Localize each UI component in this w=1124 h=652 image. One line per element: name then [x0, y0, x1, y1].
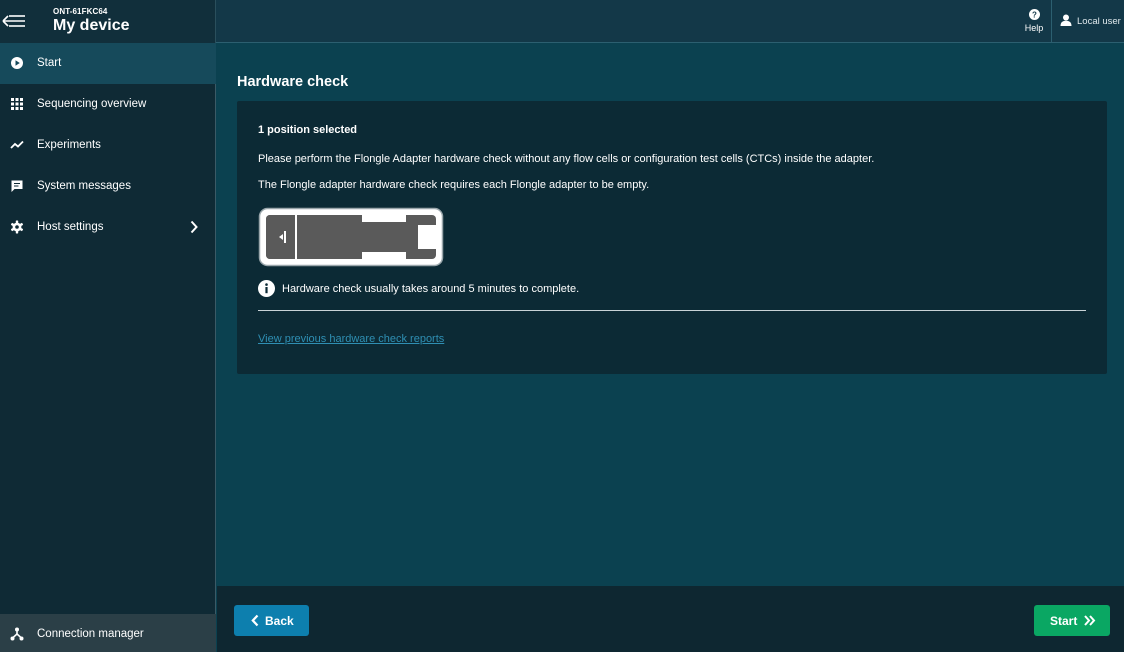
chevron-left-icon — [251, 614, 259, 627]
trend-line-icon — [10, 140, 24, 149]
menu-collapse-icon — [2, 15, 25, 27]
device-header: ONT-61FKC64 My device — [0, 0, 216, 43]
start-button-label: Start — [1050, 614, 1078, 628]
message-icon — [11, 180, 23, 192]
start-button[interactable]: Start — [1034, 605, 1110, 636]
footer-bar: Back Start — [217, 586, 1124, 652]
sidebar-item-label: Host settings — [37, 221, 104, 233]
info-icon — [258, 280, 275, 297]
network-icon — [10, 627, 24, 641]
gear-icon — [10, 220, 24, 234]
sidebar-item-label: Start — [37, 57, 62, 69]
sidebar-item-experiments[interactable]: Experiments — [0, 125, 216, 166]
sidebar-item-start[interactable]: Start — [0, 43, 216, 84]
instruction-text: The Flongle adapter hardware check requi… — [258, 179, 650, 191]
sidebar-item-sequencing-overview[interactable]: Sequencing overview — [0, 84, 216, 125]
sidebar-item-label: Sequencing overview — [37, 98, 147, 110]
flongle-adapter-illustration — [258, 207, 444, 267]
chevron-right-icon — [190, 220, 198, 234]
double-chevron-right-icon — [1084, 615, 1096, 626]
hardware-check-card: 1 position selected Please perform the F… — [237, 101, 1107, 374]
help-label: Help — [1024, 23, 1044, 33]
help-icon: ? — [1029, 9, 1040, 20]
sidebar-item-system-messages[interactable]: System messages — [0, 166, 216, 207]
collapse-menu-button[interactable] — [1, 9, 27, 33]
grid-icon — [11, 98, 23, 110]
back-button-label: Back — [265, 614, 294, 628]
back-button[interactable]: Back — [234, 605, 309, 636]
info-text: Hardware check usually takes around 5 mi… — [282, 283, 580, 295]
device-id: ONT-61FKC64 — [53, 7, 108, 16]
help-button[interactable]: ? Help — [1016, 0, 1052, 42]
user-menu-button[interactable]: Local user — [1053, 0, 1124, 42]
sidebar-item-label: Experiments — [37, 139, 101, 151]
divider — [258, 310, 1086, 311]
sidebar-item-connection-manager[interactable]: Connection manager — [0, 614, 216, 652]
page-title: Hardware check — [237, 74, 349, 90]
user-icon — [1060, 14, 1072, 26]
top-bar: ONT-61FKC64 My device ? Help Local user — [0, 0, 1124, 43]
positions-selected-text: 1 position selected — [258, 124, 358, 136]
device-title: My device — [53, 17, 130, 34]
main-content: Hardware check 1 position selected Pleas… — [217, 43, 1124, 586]
view-previous-reports-link[interactable]: View previous hardware check reports — [258, 333, 444, 345]
sidebar-item-label: Connection manager — [37, 628, 144, 640]
user-label: Local user — [1077, 16, 1121, 27]
sidebar: Start Sequencing overview Experiments Sy… — [0, 43, 216, 652]
svg-text:?: ? — [1032, 11, 1037, 20]
instruction-text: Please perform the Flongle Adapter hardw… — [258, 153, 875, 165]
sidebar-item-label: System messages — [37, 180, 131, 192]
sidebar-item-host-settings[interactable]: Host settings — [0, 207, 216, 248]
play-circle-icon — [11, 57, 23, 69]
